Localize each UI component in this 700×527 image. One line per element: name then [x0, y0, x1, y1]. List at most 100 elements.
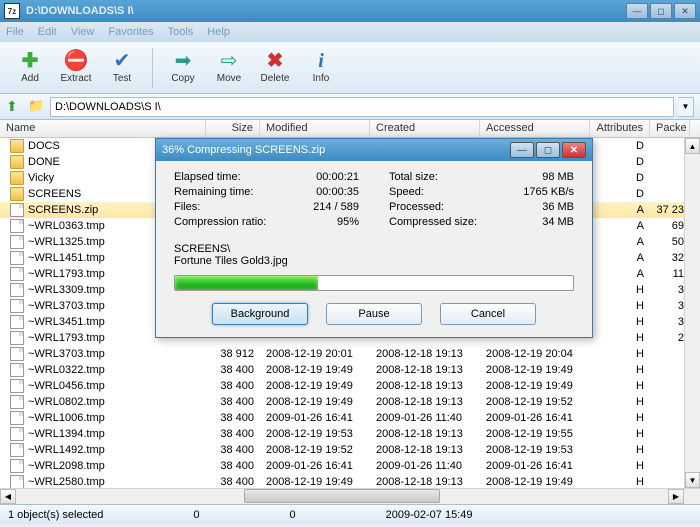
statusbar: 1 object(s) selected 0 0 2009-02-07 15:4…: [0, 504, 700, 524]
processed-label: Processed:: [389, 201, 444, 216]
file-icon: [10, 411, 24, 425]
delete-icon: ✖: [267, 51, 284, 71]
scroll-track[interactable]: [16, 489, 668, 504]
ratio-value: 95%: [337, 216, 359, 231]
minimize-button[interactable]: —: [626, 3, 648, 19]
speed-label: Speed:: [389, 186, 424, 201]
dialog-maximize-button[interactable]: ◻: [536, 142, 560, 158]
folder-icon: [10, 139, 24, 153]
scroll-down-icon[interactable]: ▼: [685, 472, 700, 488]
total-value: 98 MB: [542, 171, 574, 186]
table-row[interactable]: ~WRL3703.tmp38 9122008-12-19 20:012008-1…: [0, 346, 700, 362]
move-icon: ⇨: [221, 51, 238, 71]
elapsed-label: Elapsed time:: [174, 171, 241, 186]
pathbar: ⬆ 📁 ▼: [0, 94, 700, 120]
file-name: ~WRL1325.tmp: [28, 236, 105, 248]
cancel-button[interactable]: Cancel: [440, 303, 536, 325]
file-icon: [10, 363, 24, 377]
dialog-minimize-button[interactable]: —: [510, 142, 534, 158]
compressed-label: Compressed size:: [389, 216, 477, 231]
file-name: ~WRL3703.tmp: [28, 348, 105, 360]
titlebar: 7z D:\DOWNLOADS\S I\ — ◻ ✕: [0, 0, 700, 22]
copy-button[interactable]: ➡Copy: [161, 46, 205, 90]
file-name: ~WRL0322.tmp: [28, 364, 105, 376]
col-created[interactable]: Created: [370, 120, 480, 137]
table-row[interactable]: ~WRL0322.tmp38 4002008-12-19 19:492008-1…: [0, 362, 700, 378]
status-col2: 0: [193, 509, 199, 521]
path-dropdown[interactable]: ▼: [678, 97, 694, 117]
file-name: ~WRL1394.tmp: [28, 428, 105, 440]
remaining-label: Remaining time:: [174, 186, 253, 201]
path-input[interactable]: [50, 97, 674, 117]
file-icon: [10, 283, 24, 297]
file-icon: [10, 475, 24, 488]
files-value: 214 / 589: [313, 201, 359, 216]
menu-edit[interactable]: Edit: [38, 26, 57, 38]
table-row[interactable]: ~WRL2580.tmp38 4002008-12-19 19:492008-1…: [0, 474, 700, 488]
file-icon: [10, 395, 24, 409]
menu-view[interactable]: View: [71, 26, 95, 38]
scroll-thumb[interactable]: [244, 489, 440, 503]
folder-icon: [10, 187, 24, 201]
info-button[interactable]: iInfo: [299, 46, 343, 90]
menu-favorites[interactable]: Favorites: [108, 26, 153, 38]
table-row[interactable]: ~WRL1492.tmp38 4002008-12-19 19:522008-1…: [0, 442, 700, 458]
table-row[interactable]: ~WRL0456.tmp38 4002008-12-19 19:492008-1…: [0, 378, 700, 394]
col-modified[interactable]: Modified: [260, 120, 370, 137]
scroll-left-icon[interactable]: ◀: [0, 489, 16, 504]
file-name: ~WRL2580.tmp: [28, 476, 105, 488]
file-icon: [10, 267, 24, 281]
table-row[interactable]: ~WRL1394.tmp38 4002008-12-19 19:532008-1…: [0, 426, 700, 442]
table-row[interactable]: ~WRL2098.tmp38 4002009-01-26 16:412009-0…: [0, 458, 700, 474]
menu-tools[interactable]: Tools: [168, 26, 194, 38]
file-name: ~WRL1006.tmp: [28, 412, 105, 424]
scroll-right-icon[interactable]: ▶: [668, 489, 684, 504]
window-title: D:\DOWNLOADS\S I\: [26, 5, 626, 17]
file-icon: [10, 331, 24, 345]
add-button[interactable]: ✚Add: [8, 46, 52, 90]
vertical-scrollbar[interactable]: ▲ ▼: [684, 138, 700, 488]
test-button[interactable]: ✔Test: [100, 46, 144, 90]
col-attributes[interactable]: Attributes: [590, 120, 650, 137]
compressed-value: 34 MB: [542, 216, 574, 231]
file-name: ~WRL3309.tmp: [28, 284, 105, 296]
dialog-title: 36% Compressing SCREENS.zip: [162, 144, 510, 156]
col-size[interactable]: Size: [206, 120, 260, 137]
file-name: ~WRL0802.tmp: [28, 396, 105, 408]
elapsed-value: 00:00:21: [316, 171, 359, 186]
file-icon: [10, 347, 24, 361]
scroll-up-icon[interactable]: ▲: [685, 138, 700, 154]
menu-file[interactable]: File: [6, 26, 24, 38]
menu-help[interactable]: Help: [207, 26, 230, 38]
file-name: SCREENS.zip: [28, 204, 98, 216]
table-row[interactable]: ~WRL0802.tmp38 4002008-12-19 19:492008-1…: [0, 394, 700, 410]
move-button[interactable]: ⇨Move: [207, 46, 251, 90]
col-packed[interactable]: Packe: [650, 120, 690, 137]
folder-icon: [10, 155, 24, 169]
folder-icon: 📁: [28, 98, 46, 116]
remaining-value: 00:00:35: [316, 186, 359, 201]
file-icon: [10, 379, 24, 393]
horizontal-scrollbar[interactable]: ◀ ▶: [0, 488, 700, 504]
extract-icon: ⛔: [64, 51, 89, 71]
file-icon: [10, 299, 24, 313]
col-name[interactable]: Name: [0, 120, 206, 137]
ratio-label: Compression ratio:: [174, 216, 266, 231]
up-icon[interactable]: ⬆: [6, 98, 24, 116]
dialog-close-button[interactable]: ✕: [562, 142, 586, 158]
column-headers: Name Size Modified Created Accessed Attr…: [0, 120, 700, 138]
background-button[interactable]: Background: [212, 303, 308, 325]
status-objects: 1 object(s) selected: [8, 509, 103, 521]
delete-button[interactable]: ✖Delete: [253, 46, 297, 90]
file-icon: [10, 315, 24, 329]
file-icon: [10, 251, 24, 265]
extract-button[interactable]: ⛔Extract: [54, 46, 98, 90]
pause-button[interactable]: Pause: [326, 303, 422, 325]
table-row[interactable]: ~WRL1006.tmp38 4002009-01-26 16:412009-0…: [0, 410, 700, 426]
close-button[interactable]: ✕: [674, 3, 696, 19]
file-name: ~WRL3451.tmp: [28, 316, 105, 328]
maximize-button[interactable]: ◻: [650, 3, 672, 19]
status-col4: 2009-02-07 15:49: [386, 509, 473, 521]
col-accessed[interactable]: Accessed: [480, 120, 590, 137]
files-label: Files:: [174, 201, 200, 216]
